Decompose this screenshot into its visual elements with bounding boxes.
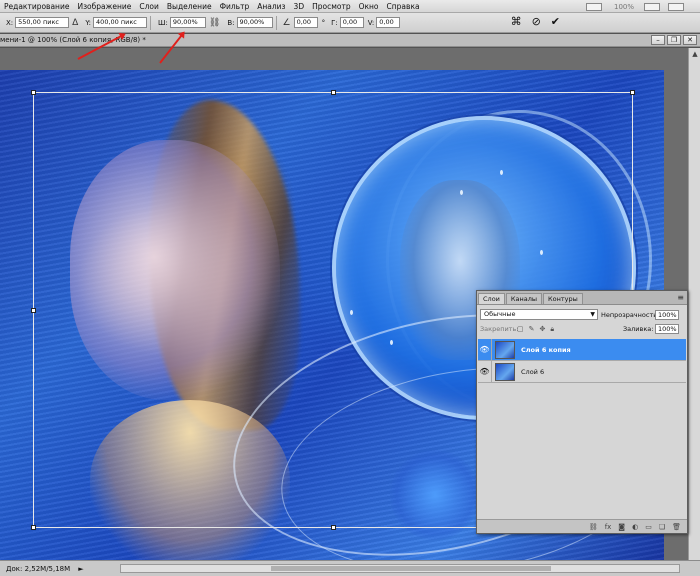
- visibility-eye-icon[interactable]: 👁︎: [478, 360, 492, 383]
- layers-panel-tabs: Слои Каналы Контуры: [477, 291, 687, 305]
- height-label: В:: [227, 18, 235, 27]
- transform-handle-top[interactable]: [331, 90, 336, 95]
- tab-layers[interactable]: Слои: [478, 293, 505, 304]
- transform-handle-bottom[interactable]: [331, 525, 336, 530]
- transform-handle-top-left[interactable]: [31, 90, 36, 95]
- new-layer-icon[interactable]: ❏: [659, 523, 665, 531]
- lock-transparency-icon[interactable]: ▢: [517, 325, 524, 334]
- y-position-input[interactable]: 400,00 пикс: [93, 17, 148, 28]
- tab-channels[interactable]: Каналы: [505, 293, 543, 304]
- arrange-documents-icon[interactable]: [585, 2, 602, 11]
- vertical-skew-input[interactable]: 0,00: [376, 17, 401, 28]
- zoom-level[interactable]: 100%: [614, 3, 634, 11]
- status-menu-arrow-icon[interactable]: ►: [78, 565, 83, 573]
- status-bar: Док: 2,52М/5,18М ►: [0, 560, 700, 576]
- menu-3d[interactable]: 3D: [290, 2, 309, 11]
- new-group-icon[interactable]: ▭: [645, 523, 652, 531]
- menu-bar: Редактирование Изображение Слои Выделени…: [0, 0, 700, 13]
- extras-icon[interactable]: [668, 2, 684, 11]
- tab-paths[interactable]: Контуры: [543, 293, 583, 304]
- panel-menu-icon[interactable]: ≡: [677, 293, 684, 302]
- visibility-eye-icon[interactable]: 👁︎: [478, 338, 492, 361]
- layers-panel: Слои Каналы Контуры ≡ Обычные ▼ Непрозра…: [476, 290, 688, 534]
- layer-name: Слой 6 копия: [521, 345, 571, 354]
- lock-position-icon[interactable]: ✥: [540, 325, 546, 334]
- height-scale-input[interactable]: 90,00%: [236, 17, 273, 28]
- layer-style-icon[interactable]: fx: [605, 523, 612, 531]
- layers-panel-footer: ⛓ fx ◙ ◐ ▭ ❏ 🗑︎: [477, 519, 687, 533]
- horizontal-scrollbar[interactable]: [120, 564, 680, 573]
- layer-name: Слой 6: [521, 367, 545, 376]
- angle-icon: ∠: [282, 17, 291, 28]
- width-scale-input[interactable]: 90,00%: [169, 17, 206, 28]
- scroll-up-icon[interactable]: ▲: [689, 48, 700, 60]
- hskew-label: Г:: [331, 18, 338, 27]
- minimize-button[interactable]: –: [651, 35, 665, 45]
- adjustment-layer-icon[interactable]: ◐: [632, 523, 638, 531]
- chevron-down-icon: ▼: [590, 311, 595, 318]
- scrollbar-thumb[interactable]: [271, 566, 551, 571]
- menu-help[interactable]: Справка: [383, 2, 424, 11]
- layer-thumbnail: [495, 340, 515, 359]
- delta-icon[interactable]: Δ: [72, 18, 78, 28]
- menu-analysis[interactable]: Анализ: [253, 2, 289, 11]
- separator: [150, 15, 152, 30]
- fill-label: Заливка:: [623, 325, 654, 333]
- delete-layer-icon[interactable]: 🗑︎: [672, 523, 681, 531]
- restore-button[interactable]: ❐: [667, 35, 681, 45]
- fill-input[interactable]: 100%: [655, 324, 679, 334]
- menu-window[interactable]: Окно: [355, 2, 383, 11]
- transform-handle-left[interactable]: [31, 308, 36, 313]
- screen-mode-icon[interactable]: [644, 2, 660, 11]
- document-window-controls: – ❐ ✕: [651, 35, 697, 45]
- x-label: X:: [6, 18, 14, 27]
- blend-mode-select[interactable]: Обычные ▼: [480, 309, 598, 320]
- link-layers-icon[interactable]: ⛓: [589, 523, 598, 531]
- menu-select[interactable]: Выделение: [163, 2, 216, 11]
- transform-actions: ⌘ ⊘ ✔: [511, 15, 560, 28]
- menu-view[interactable]: Просмотр: [308, 2, 355, 11]
- horizontal-skew-input[interactable]: 0,00: [339, 17, 364, 28]
- angle-input[interactable]: 0,00: [293, 17, 318, 28]
- menu-layers[interactable]: Слои: [135, 2, 163, 11]
- menu-image[interactable]: Изображение: [73, 2, 135, 11]
- layer-mask-icon[interactable]: ◙: [618, 523, 625, 531]
- menu-filter[interactable]: Фильтр: [216, 2, 254, 11]
- cancel-transform-icon[interactable]: ⊘: [532, 15, 541, 28]
- x-position-input[interactable]: 550,00 пикс: [15, 17, 70, 28]
- vskew-label: V:: [367, 18, 375, 27]
- document-size: Док: 2,52М/5,18М: [6, 564, 71, 573]
- layer-row[interactable]: 👁︎ Слой 6: [478, 360, 686, 383]
- width-label: Ш:: [158, 18, 168, 27]
- lock-options: ▢ ✎ ✥ 🔒︎: [517, 325, 554, 334]
- separator: [275, 15, 277, 30]
- layer-row[interactable]: 👁︎ Слой 6 копия: [478, 338, 686, 361]
- lock-label: Закрепить:: [480, 325, 519, 333]
- blend-mode-value: Обычные: [484, 310, 516, 318]
- layer-thumbnail: [495, 362, 515, 381]
- opacity-label: Непрозрачность:: [601, 311, 660, 319]
- transform-handle-bottom-left[interactable]: [31, 525, 36, 530]
- menu-edit[interactable]: Редактирование: [0, 2, 73, 11]
- lock-all-icon[interactable]: 🔒︎: [550, 325, 554, 334]
- transform-handle-top-right[interactable]: [630, 90, 635, 95]
- layers-list-empty-area: [478, 399, 686, 517]
- angle-unit: °: [321, 18, 326, 27]
- y-label: Y:: [85, 18, 92, 27]
- link-icon[interactable]: ⛓: [209, 18, 220, 28]
- options-bar: X: 550,00 пикс Δ Y: 400,00 пикс Ш: 90,00…: [0, 13, 700, 33]
- menubar-extras: 100%: [585, 0, 700, 13]
- opacity-input[interactable]: 100%: [655, 310, 679, 320]
- lock-pixels-icon[interactable]: ✎: [529, 325, 535, 334]
- close-button[interactable]: ✕: [683, 35, 697, 45]
- commit-transform-icon[interactable]: ✔: [551, 15, 560, 28]
- vertical-scrollbar[interactable]: ▲: [688, 48, 700, 560]
- warp-icon[interactable]: ⌘: [511, 15, 522, 28]
